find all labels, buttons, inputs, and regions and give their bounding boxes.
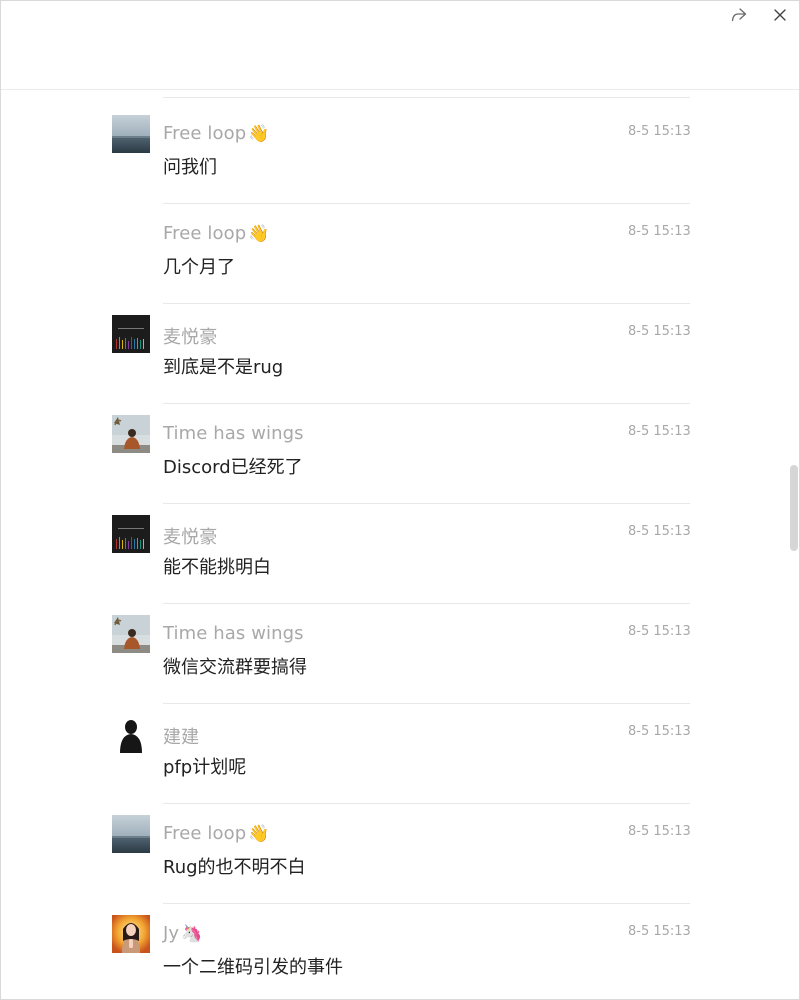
message-text: Rug的也不明不白: [163, 857, 306, 878]
sender-name[interactable]: Jy 🦄: [163, 923, 202, 944]
sender-name-text: Jy: [163, 923, 180, 944]
message-item[interactable]: 建建 8-5 15:13 pfp计划呢: [1, 697, 799, 804]
avatar[interactable]: [112, 915, 150, 953]
message-time: 8-5 15:13: [628, 924, 691, 939]
avatar[interactable]: [112, 615, 150, 653]
sender-name-text: Time has wings: [163, 623, 304, 644]
message-text: 微信交流群要搞得: [163, 657, 307, 678]
message-item[interactable]: Jy 🦄 8-5 15:13 一个二维码引发的事件: [1, 897, 799, 997]
message-time: 8-5 15:13: [628, 124, 691, 139]
sender-name[interactable]: 麦悦豪: [163, 523, 217, 549]
message-text: 几个月了: [163, 257, 235, 278]
message-text: 问我们: [163, 157, 217, 178]
sender-emoji: 👋: [248, 124, 270, 144]
share-button[interactable]: [728, 5, 750, 27]
message-item[interactable]: Free loop 👋 8-5 15:13 问我们: [1, 97, 799, 204]
sender-name-text: Time has wings: [163, 423, 304, 444]
message-time: 8-5 15:13: [628, 824, 691, 839]
sender-name[interactable]: 建建: [163, 723, 199, 749]
sender-emoji: 🦄: [181, 924, 203, 944]
message-time: 8-5 15:13: [628, 524, 691, 539]
scrollbar-thumb[interactable]: [790, 465, 798, 551]
sender-name[interactable]: Free loop 👋: [163, 223, 270, 244]
message-text: 一个二维码引发的事件: [163, 957, 343, 978]
chat-history-window: Free loop 👋 8-5 15:13 问我们 Free loop 👋 8-5 15:1…: [0, 0, 800, 1000]
message-time: 8-5 15:13: [628, 724, 691, 739]
sender-name-text: Free loop: [163, 823, 247, 844]
sender-name[interactable]: Time has wings: [163, 623, 304, 644]
sender-emoji: 👋: [248, 824, 270, 844]
message-item[interactable]: 麦悦豪 8-5 15:13 到底是不是rug: [1, 297, 799, 404]
avatar[interactable]: [112, 815, 150, 853]
close-icon: [773, 7, 787, 26]
sender-name-text: 建建: [163, 727, 200, 748]
sender-name[interactable]: Time has wings: [163, 423, 304, 444]
avatar[interactable]: [112, 715, 150, 753]
sender-name[interactable]: Free loop 👋: [163, 823, 270, 844]
sender-name[interactable]: Free loop 👋: [163, 123, 270, 144]
sender-name[interactable]: 麦悦豪: [163, 323, 217, 349]
message-item[interactable]: Time has wings 8-5 15:13 微信交流群要搞得: [1, 597, 799, 704]
message-time: 8-5 15:13: [628, 624, 691, 639]
message-time: 8-5 15:13: [628, 424, 691, 439]
message-item[interactable]: 麦悦豪 8-5 15:13 能不能挑明白: [1, 497, 799, 604]
message-item[interactable]: Free loop 👋 8-5 15:13 Rug的也不明不白: [1, 797, 799, 904]
avatar[interactable]: [112, 115, 150, 153]
message-item[interactable]: Time has wings 8-5 15:13 Discord已经死了: [1, 397, 799, 504]
message-text: 到底是不是rug: [163, 357, 284, 378]
title-bar: [1, 1, 799, 90]
avatar[interactable]: [112, 515, 150, 553]
sender-name-text: Free loop: [163, 223, 247, 244]
message-item[interactable]: Free loop 👋 8-5 15:13 几个月了: [1, 197, 799, 304]
message-text: Discord已经死了: [163, 457, 303, 478]
sender-emoji: 👋: [248, 224, 270, 244]
sender-name-text: 麦悦豪: [163, 527, 218, 548]
close-button[interactable]: [769, 5, 791, 27]
message-text: pfp计划呢: [163, 757, 247, 778]
message-text: 能不能挑明白: [163, 557, 271, 578]
avatar-placeholder: [112, 215, 150, 253]
avatar[interactable]: [112, 315, 150, 353]
sender-name-text: Free loop: [163, 123, 247, 144]
message-list[interactable]: Free loop 👋 8-5 15:13 问我们 Free loop 👋 8-5 15:1…: [1, 90, 799, 999]
message-time: 8-5 15:13: [628, 224, 691, 239]
avatar[interactable]: [112, 415, 150, 453]
message-time: 8-5 15:13: [628, 324, 691, 339]
share-icon: [731, 7, 747, 26]
sender-name-text: 麦悦豪: [163, 327, 218, 348]
